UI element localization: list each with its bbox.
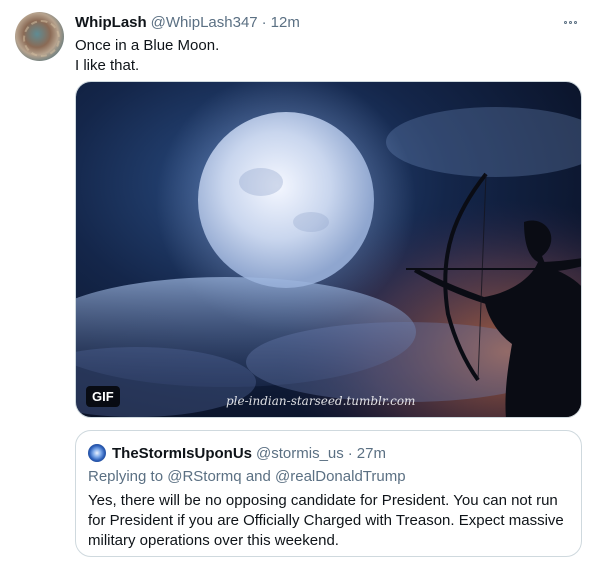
quoted-avatar xyxy=(88,444,106,462)
quoted-tweet[interactable]: TheStormIsUponUs @stormis_us · 27m Reply… xyxy=(75,430,582,557)
more-dot xyxy=(573,20,577,24)
reply-and: and xyxy=(245,468,271,485)
quoted-handle: @stormis_us xyxy=(256,444,344,462)
avatar[interactable] xyxy=(15,12,64,61)
more-horizontal-icon[interactable] xyxy=(559,14,581,30)
more-dot xyxy=(568,20,572,24)
tweet-text: Once in a Blue Moon. I like that. xyxy=(75,36,219,76)
separator-dot: · xyxy=(261,13,267,31)
gif-image: ple-indian-starseed.tumblr.com xyxy=(76,82,581,417)
quoted-header: TheStormIsUponUs @stormis_us · 27m xyxy=(112,443,386,463)
watermark-text: ple-indian-starseed.tumblr.com xyxy=(226,394,415,408)
tweet-text-line: Once in a Blue Moon. xyxy=(75,37,220,54)
gif-media[interactable]: ple-indian-starseed.tumblr.com GIF xyxy=(75,81,582,418)
tweet-header: WhipLash @WhipLash347 · 12m xyxy=(75,12,300,32)
tweet[interactable]: WhipLash @WhipLash347 · 12m Once in a Bl… xyxy=(0,0,597,570)
quoted-timestamp: 27m xyxy=(356,444,386,462)
replying-to: Replying to @RStormq and @realDonaldTrum… xyxy=(88,468,406,485)
reply-mention: @realDonaldTrump xyxy=(275,468,406,485)
user-handle[interactable]: @WhipLash347 xyxy=(151,14,258,31)
replying-prefix: Replying to xyxy=(88,468,164,485)
tweet-text-line: I like that. xyxy=(75,57,140,74)
separator-dot: · xyxy=(347,444,353,462)
display-name[interactable]: WhipLash xyxy=(75,14,147,31)
reply-mention: @RStormq xyxy=(167,468,242,485)
timestamp[interactable]: 12m xyxy=(271,14,300,31)
gif-badge: GIF xyxy=(86,386,120,407)
quoted-display-name: TheStormIsUponUs xyxy=(112,444,253,462)
more-dot xyxy=(563,20,567,24)
quoted-text: Yes, there will be no opposing candidate… xyxy=(88,492,564,549)
